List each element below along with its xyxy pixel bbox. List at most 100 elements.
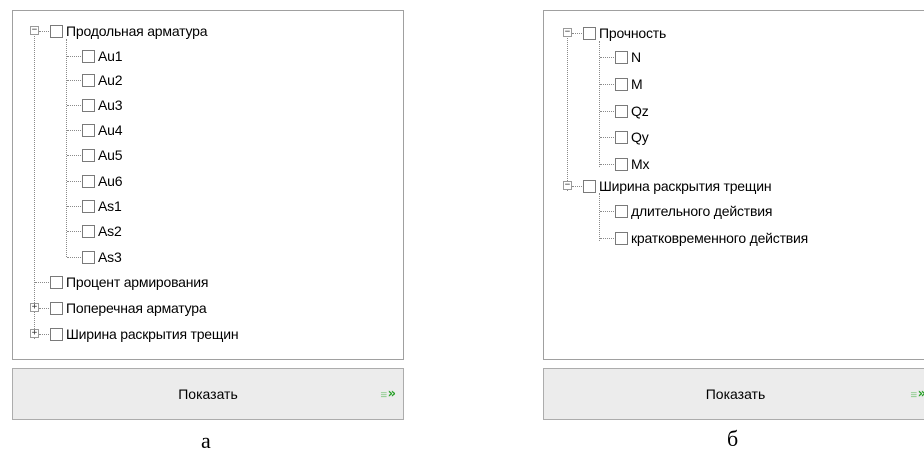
- checkbox[interactable]: [82, 49, 95, 63]
- expand-icon[interactable]: +: [30, 303, 39, 312]
- tree-line: [67, 80, 81, 81]
- tree-node-procent[interactable]: Процент армирования: [50, 272, 209, 292]
- checkbox[interactable]: [615, 104, 628, 118]
- tree-node-shirina[interactable]: Ширина раскрытия трещин: [583, 176, 772, 196]
- tree-node-child[interactable]: M: [615, 74, 643, 94]
- tree-node-shirina[interactable]: Ширина раскрытия трещин: [50, 324, 239, 344]
- checkbox[interactable]: [50, 24, 63, 38]
- double-arrow-icon: ≡»: [380, 386, 396, 402]
- tree-line: [66, 39, 67, 257]
- checkbox[interactable]: [82, 98, 95, 112]
- tree-node-label: Процент армирования: [66, 274, 209, 290]
- tree-node-child[interactable]: Mx: [615, 154, 649, 174]
- tree-node-child[interactable]: кратковременного действия: [615, 228, 808, 248]
- checkbox[interactable]: [50, 275, 63, 289]
- tree-node-label: длительного действия: [631, 203, 773, 219]
- tree-node-label: Продольная арматура: [66, 23, 208, 39]
- tree-node-child[interactable]: Au6: [82, 171, 123, 191]
- tree-line: [67, 130, 81, 131]
- checkbox[interactable]: [615, 50, 628, 64]
- checkbox[interactable]: [82, 224, 95, 238]
- tree-node-label: Qz: [631, 103, 649, 119]
- show-button-label: Показать: [178, 386, 238, 402]
- tree-line: [600, 238, 614, 239]
- tree-node-child[interactable]: Au5: [82, 145, 123, 165]
- caption-b: б: [727, 426, 739, 451]
- checkbox[interactable]: [50, 327, 63, 341]
- tree-line: [67, 56, 81, 57]
- tree-node-label: N: [631, 49, 641, 65]
- tree-line: [600, 111, 614, 112]
- tree-node-label: Ширина раскрытия трещин: [66, 326, 239, 342]
- tree-line: [567, 35, 568, 191]
- checkbox[interactable]: [583, 26, 596, 40]
- tree-line: [67, 105, 81, 106]
- checkbox[interactable]: [82, 174, 95, 188]
- checkbox[interactable]: [82, 250, 95, 264]
- tree-node-label: Qy: [631, 129, 649, 145]
- tree-node-label: Au1: [98, 48, 123, 64]
- tree-line: [599, 193, 600, 241]
- tree-node-child[interactable]: Au1: [82, 46, 123, 66]
- checkbox[interactable]: [615, 204, 628, 218]
- tree-line: [67, 155, 81, 156]
- tree-node-label: Прочность: [599, 25, 667, 41]
- tree-node-child[interactable]: N: [615, 47, 641, 67]
- checkbox[interactable]: [50, 301, 63, 315]
- tree-line: [39, 308, 49, 309]
- tree-line: [67, 257, 81, 258]
- show-button[interactable]: Показать ≡»: [12, 368, 404, 420]
- tree-line: [67, 181, 81, 182]
- tree-node-label: Ширина раскрытия трещин: [599, 178, 772, 194]
- show-button[interactable]: Показать ≡»: [543, 368, 924, 420]
- tree-node-child[interactable]: длительного действия: [615, 201, 772, 221]
- tree-line: [39, 334, 49, 335]
- tree-view-b[interactable]: − Прочность N M Qz Qy Mx − Ширина раскры…: [543, 10, 924, 360]
- tree-node-label: Au4: [98, 122, 123, 138]
- tree-line: [67, 231, 81, 232]
- tree-node-prodolnaya[interactable]: Продольная арматура: [50, 21, 207, 41]
- tree-line: [39, 31, 49, 32]
- checkbox[interactable]: [82, 73, 95, 87]
- collapse-icon[interactable]: −: [563, 28, 572, 37]
- tree-node-label: Mx: [631, 156, 650, 172]
- tree-line: [600, 164, 614, 165]
- tree-node-child[interactable]: As3: [82, 247, 122, 267]
- tree-node-label: Au6: [98, 173, 123, 189]
- caption-a: а: [201, 428, 211, 453]
- checkbox[interactable]: [82, 199, 95, 213]
- tree-node-label: Au5: [98, 147, 123, 163]
- tree-node-child[interactable]: Au2: [82, 70, 123, 90]
- tree-node-label: Au3: [98, 97, 123, 113]
- tree-node-poperechnaya[interactable]: Поперечная арматура: [50, 298, 207, 318]
- panel-a: − Продольная арматура Au1 Au2 Au3 Au4 Au…: [12, 10, 404, 420]
- checkbox[interactable]: [82, 148, 95, 162]
- tree-node-label: Поперечная арматура: [66, 300, 207, 316]
- tree-line: [599, 41, 600, 167]
- tree-node-child[interactable]: Au3: [82, 95, 123, 115]
- checkbox[interactable]: [615, 130, 628, 144]
- tree-view-a[interactable]: − Продольная арматура Au1 Au2 Au3 Au4 Au…: [12, 10, 404, 360]
- checkbox[interactable]: [583, 179, 596, 193]
- panel-b: − Прочность N M Qz Qy Mx − Ширина раскры…: [543, 10, 924, 420]
- tree-node-child[interactable]: As2: [82, 221, 122, 241]
- tree-node-child[interactable]: Au4: [82, 120, 123, 140]
- expand-icon[interactable]: +: [30, 329, 39, 338]
- tree-node-child[interactable]: Qz: [615, 101, 649, 121]
- tree-node-child[interactable]: Qy: [615, 127, 649, 147]
- checkbox[interactable]: [615, 157, 628, 171]
- double-arrow-icon: ≡»: [910, 386, 924, 402]
- tree-line: [600, 211, 614, 212]
- checkbox[interactable]: [82, 123, 95, 137]
- checkbox[interactable]: [615, 231, 628, 245]
- tree-line: [67, 206, 81, 207]
- tree-node-child[interactable]: As1: [82, 196, 122, 216]
- collapse-icon[interactable]: −: [563, 181, 572, 190]
- tree-node-prochnost[interactable]: Прочность: [583, 23, 666, 43]
- checkbox[interactable]: [615, 77, 628, 91]
- tree-node-label: As1: [98, 198, 122, 214]
- tree-node-label: M: [631, 76, 643, 92]
- collapse-icon[interactable]: −: [30, 26, 39, 35]
- tree-node-label: As2: [98, 223, 122, 239]
- tree-line: [600, 84, 614, 85]
